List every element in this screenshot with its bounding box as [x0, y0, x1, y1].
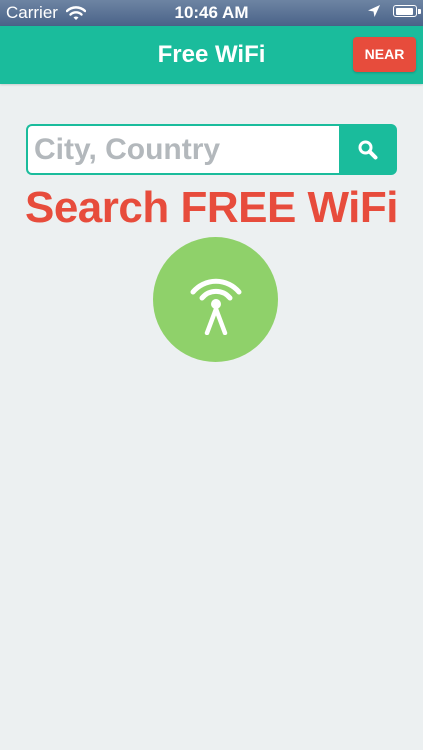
wifi-logo [153, 237, 278, 362]
wifi-antenna-icon [190, 278, 241, 335]
status-time: 10:46 AM [174, 3, 249, 22]
headline: Search FREE WiFi [24, 183, 399, 232]
battery-level [395, 7, 413, 15]
search-input[interactable] [26, 124, 339, 175]
battery-icon [393, 5, 421, 17]
search-box [26, 124, 397, 175]
nav-bar: Free WiFi NEAR [0, 26, 423, 84]
near-button[interactable]: NEAR [353, 37, 416, 72]
search-icon [358, 140, 378, 159]
status-bar: Carrier 10:46 AM [0, 0, 423, 26]
status-right-group [367, 4, 421, 18]
location-arrow-icon [368, 5, 380, 17]
search-button[interactable] [339, 124, 397, 175]
